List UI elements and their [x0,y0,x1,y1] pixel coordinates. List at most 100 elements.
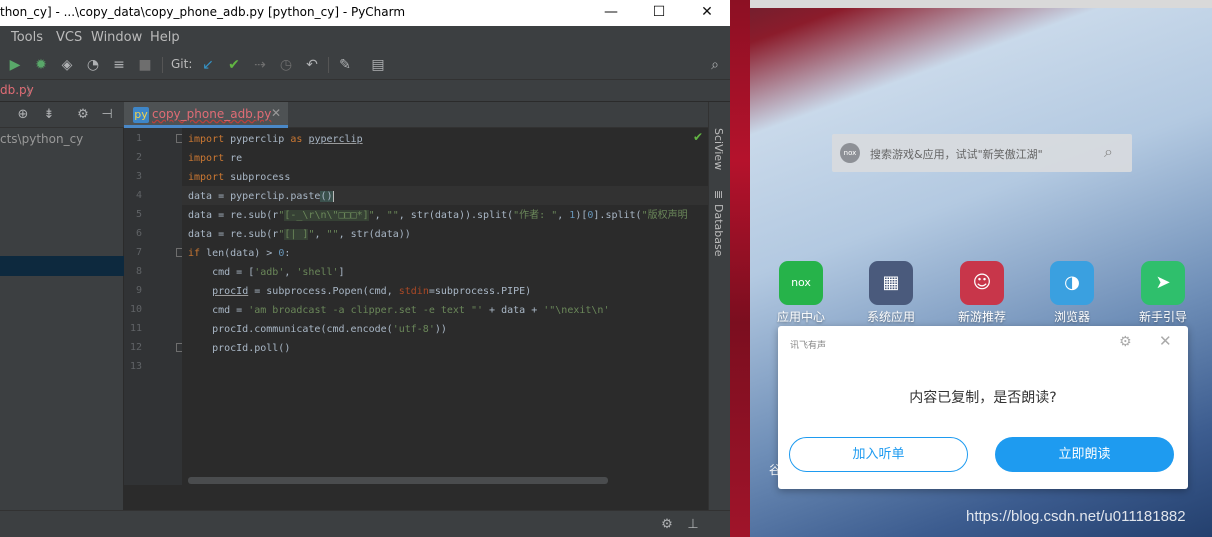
database-icon: ≣ [712,190,725,200]
code-line: import subprocess [188,172,291,183]
search-icon[interactable]: ⌕ [705,55,725,75]
close-icon[interactable]: ✕ [271,106,281,120]
wrench-icon[interactable]: ✎ [335,55,355,75]
app-label: 浏览器 [1053,310,1090,324]
line-number: 3 [135,171,142,182]
app-app-center[interactable]: nox 应用中心 [766,261,836,325]
code-line: cmd = 'am broadcast -a clipper.set -e te… [188,305,610,316]
watermark: https://blog.csdn.net/u011181882 [966,508,1186,525]
profile-icon[interactable]: ◔ [83,55,103,75]
project-tree-root[interactable]: cts\python_cy [0,132,83,146]
app-label: 系统应用 [866,310,915,324]
code-line: if len(data) > 0: [188,248,291,259]
debug-icon[interactable]: ✹ [31,55,51,75]
line-number: 4 [135,190,142,201]
tab-copy-phone-adb[interactable]: py copy_phone_adb.py ✕ [124,102,288,128]
app-center-icon: nox [779,261,823,305]
menu-bar: Tools VCS Window Help [0,26,730,50]
nox-logo-icon: nox [840,143,860,163]
tab-label: copy_phone_adb.py [152,107,272,121]
code-line: procId.poll() [188,343,291,354]
dialog-message: 内容已复制，是否朗读? [909,390,1057,406]
code-line: data = re.sub(r"[-_\r\n\"□□□*]", "", str… [188,210,688,221]
app-system-apps[interactable]: ▦ 系统应用 [856,261,926,325]
line-number: 6 [135,228,142,239]
hide-panel-icon[interactable]: ⊣ [98,106,116,124]
code-line: cmd = ['adb', 'shell'] [188,267,345,278]
minimize-button[interactable]: — [588,0,634,26]
git-label: Git: [171,57,193,71]
stop-icon[interactable]: ■ [135,55,155,75]
code-editor[interactable]: import pyperclip as pyperclip import re … [182,128,708,485]
git-rollback-icon[interactable]: ↶ [302,55,322,75]
locate-icon[interactable]: ⊕ [14,106,32,124]
app-new-games[interactable]: ☺ 新游推荐 [947,261,1017,325]
app-label: 新手引导 [1138,310,1187,324]
code-line: procId = subprocess.Popen(cmd, stdin=sub… [212,286,532,297]
app-browser[interactable]: ◑ 浏览器 [1037,261,1107,325]
right-tool-strip: SciView ≣ Database [708,102,730,510]
menu-vcs[interactable]: VCS [56,30,82,45]
hide-panel-icon[interactable]: ⊥ [684,516,702,534]
git-update-icon[interactable]: ↙ [198,55,218,75]
app-search-box[interactable]: nox 搜索游戏&应用，试试"新笑傲江湖" ⌕ [832,134,1132,172]
close-icon[interactable]: ✕ [1159,332,1172,350]
beginner-guide-icon: ➤ [1141,261,1185,305]
editor-tab-bar: py copy_phone_adb.py ✕ [124,102,708,128]
git-history-icon[interactable]: ◷ [276,55,296,75]
line-number: 12 [129,342,142,353]
maximize-button[interactable]: ☐ [636,0,682,26]
tab-database[interactable]: Database [712,204,725,257]
menu-tools[interactable]: Tools [11,30,43,45]
git-commit-icon[interactable]: ✔ [224,55,244,75]
menu-help[interactable]: Help [150,30,180,45]
add-to-playlist-button[interactable]: 加入听单 [789,437,968,472]
code-line: import re [188,153,243,164]
app-label: 新游推荐 [957,310,1006,324]
run-icon[interactable]: ▶ [5,55,25,75]
close-window-button[interactable]: ✕ [684,0,730,26]
gear-icon[interactable]: ⚙ [74,106,92,124]
code-line: import pyperclip as pyperclip [188,134,363,145]
gear-icon[interactable]: ⚙ [658,516,676,534]
screen: thon_cy] - ...\copy_data\copy_phone_adb.… [0,0,1212,537]
code-line: data = pyperclip.paste() [188,191,334,202]
line-number: 13 [129,361,142,372]
read-now-button[interactable]: 立即朗读 [995,437,1174,472]
collapse-all-icon[interactable]: ⇟ [40,106,58,124]
presentation-icon[interactable]: ▤ [368,55,388,75]
search-input[interactable]: 搜索游戏&应用，试试"新笑傲江湖" [870,146,1043,162]
gear-icon[interactable]: ⚙ [1119,334,1132,350]
window-title: thon_cy] - ...\copy_data\copy_phone_adb.… [0,5,406,19]
line-number: 5 [135,209,142,220]
line-number: 1 [135,133,142,144]
menu-window[interactable]: Window [91,30,142,45]
git-push-icon[interactable]: ⇢ [250,55,270,75]
project-tree-selected-row[interactable] [0,256,124,276]
line-number: 7 [135,247,142,258]
code-line: data = re.sub(r"[| ]", "", str(data)) [188,229,411,240]
navigation-bar: db.py 〉 [0,80,730,102]
title-bar: thon_cy] - ...\copy_data\copy_phone_adb.… [0,0,730,26]
browser-icon: ◑ [1050,261,1094,305]
status-bar [750,0,1212,8]
coverage-icon[interactable]: ◈ [57,55,77,75]
search-icon[interactable]: ⌕ [1104,142,1113,162]
line-number: 10 [129,304,142,315]
new-games-icon: ☺ [960,261,1004,305]
horizontal-scrollbar[interactable] [188,477,608,484]
code-line: procId.communicate(cmd.encode('utf-8')) [188,324,447,335]
project-panel-header: ⊕ ⇟ ⚙ ⊣ [0,102,124,128]
app-beginner-guide[interactable]: ➤ 新手引导 [1128,261,1198,325]
line-number: 2 [135,152,142,163]
python-file-icon: py [133,107,149,123]
system-apps-icon: ▦ [869,261,913,305]
editor-gutter: 1 2 3 4 5 6 7 8 9 10 11 12 13 [124,128,185,485]
toolbar-separator [162,57,163,73]
read-aloud-dialog: 讯飞有声 ⚙ ✕ 内容已复制，是否朗读? 加入听单 立即朗读 [778,326,1188,489]
concurrency-icon[interactable]: ≡ [109,55,129,75]
tab-sciview[interactable]: SciView [712,128,725,170]
chevron-right-icon: 〉 [26,84,39,98]
app-label: 应用中心 [776,310,825,324]
android-emulator: nox 搜索游戏&应用，试试"新笑傲江湖" ⌕ nox 应用中心 ▦ 系统应用 … [730,0,1212,537]
